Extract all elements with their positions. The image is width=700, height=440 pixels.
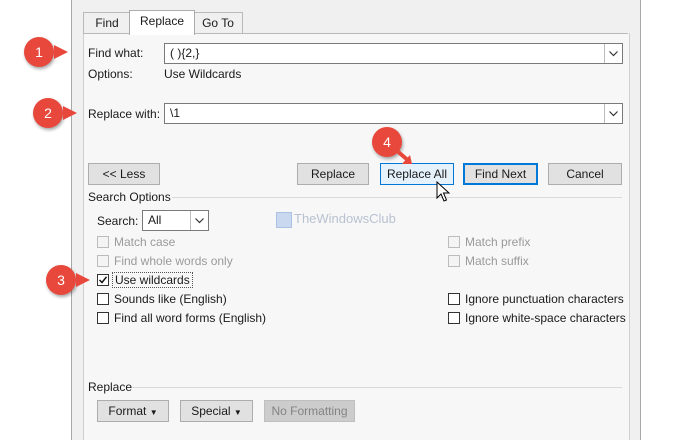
ignore-punctuation-checkbox[interactable] [448,293,460,305]
match-prefix-checkbox[interactable] [448,236,460,248]
match-suffix-label: Match suffix [465,254,529,268]
whole-words-label: Find whole words only [114,254,233,268]
ignore-whitespace-label: Ignore white-space characters [465,311,626,325]
callout-2-badge: 2 [33,98,63,128]
chevron-down-icon[interactable] [604,104,622,123]
callout-4-arrow-icon [394,148,412,164]
replace-button[interactable]: Replace [297,163,369,185]
cancel-button[interactable]: Cancel [548,163,622,185]
replace-with-value: \1 [170,106,181,120]
dropdown-arrow-icon: ▼ [233,408,242,417]
word-forms-checkbox[interactable] [97,312,109,324]
find-what-combo[interactable]: ( ){2,} [164,43,623,64]
find-what-label: Find what: [88,46,144,60]
format-button-label: Format [108,404,147,418]
tab-find[interactable]: Find [83,12,131,34]
search-label: Search: [97,214,139,228]
tab-goto[interactable]: Go To [193,12,243,34]
match-case-checkbox[interactable] [97,236,109,248]
replace-with-label: Replace with: [88,107,161,121]
sounds-like-checkbox[interactable] [97,293,109,305]
search-options-divider [172,197,622,198]
no-formatting-button[interactable]: No Formatting [264,400,355,422]
mouse-cursor-icon [436,181,450,202]
search-options-title: Search Options [88,190,171,204]
tab-goto-label: Go To [202,16,234,30]
replace-section-title: Replace [88,380,133,394]
callout-3-badge: 3 [46,265,76,295]
watermark-text: TheWindowsClub [294,211,396,226]
word-forms-label: Find all word forms (English) [114,311,267,325]
search-direction-select[interactable]: All [142,210,209,231]
find-what-value: ( ){2,} [170,46,200,60]
use-wildcards-checkbox[interactable] [97,274,109,286]
dropdown-arrow-icon: ▼ [149,408,158,417]
callout-1-arrow-icon [54,45,68,59]
replace-section-divider [132,387,622,388]
chevron-down-icon[interactable] [190,211,208,230]
replace-with-combo[interactable]: \1 [164,103,623,124]
options-value: Use Wildcards [164,67,242,81]
callout-2-arrow-icon [63,106,77,120]
chevron-down-icon[interactable] [604,44,622,63]
callout-3-arrow-icon [76,273,90,287]
tab-replace[interactable]: Replace [129,10,195,35]
match-suffix-checkbox[interactable] [448,255,460,267]
ignore-punctuation-label: Ignore punctuation characters [465,292,624,306]
options-label: Options: [88,67,133,81]
watermark-logo-icon [276,212,292,228]
whole-words-checkbox[interactable] [97,255,109,267]
search-direction-value: All [148,213,162,227]
less-button[interactable]: << Less [88,163,160,185]
tab-replace-label: Replace [139,14,185,28]
checkmark-icon [98,276,108,284]
special-button[interactable]: Special ▼ [180,400,253,422]
callout-1-badge: 1 [24,37,54,67]
tab-find-label: Find [95,16,119,30]
format-button[interactable]: Format ▼ [97,400,169,422]
find-next-button[interactable]: Find Next [463,163,538,185]
use-wildcards-label: Use wildcards [112,272,193,288]
special-button-label: Special [191,404,231,418]
sounds-like-label: Sounds like (English) [114,292,227,306]
match-case-label: Match case [114,235,176,249]
match-prefix-label: Match prefix [465,235,531,249]
ignore-whitespace-checkbox[interactable] [448,312,460,324]
